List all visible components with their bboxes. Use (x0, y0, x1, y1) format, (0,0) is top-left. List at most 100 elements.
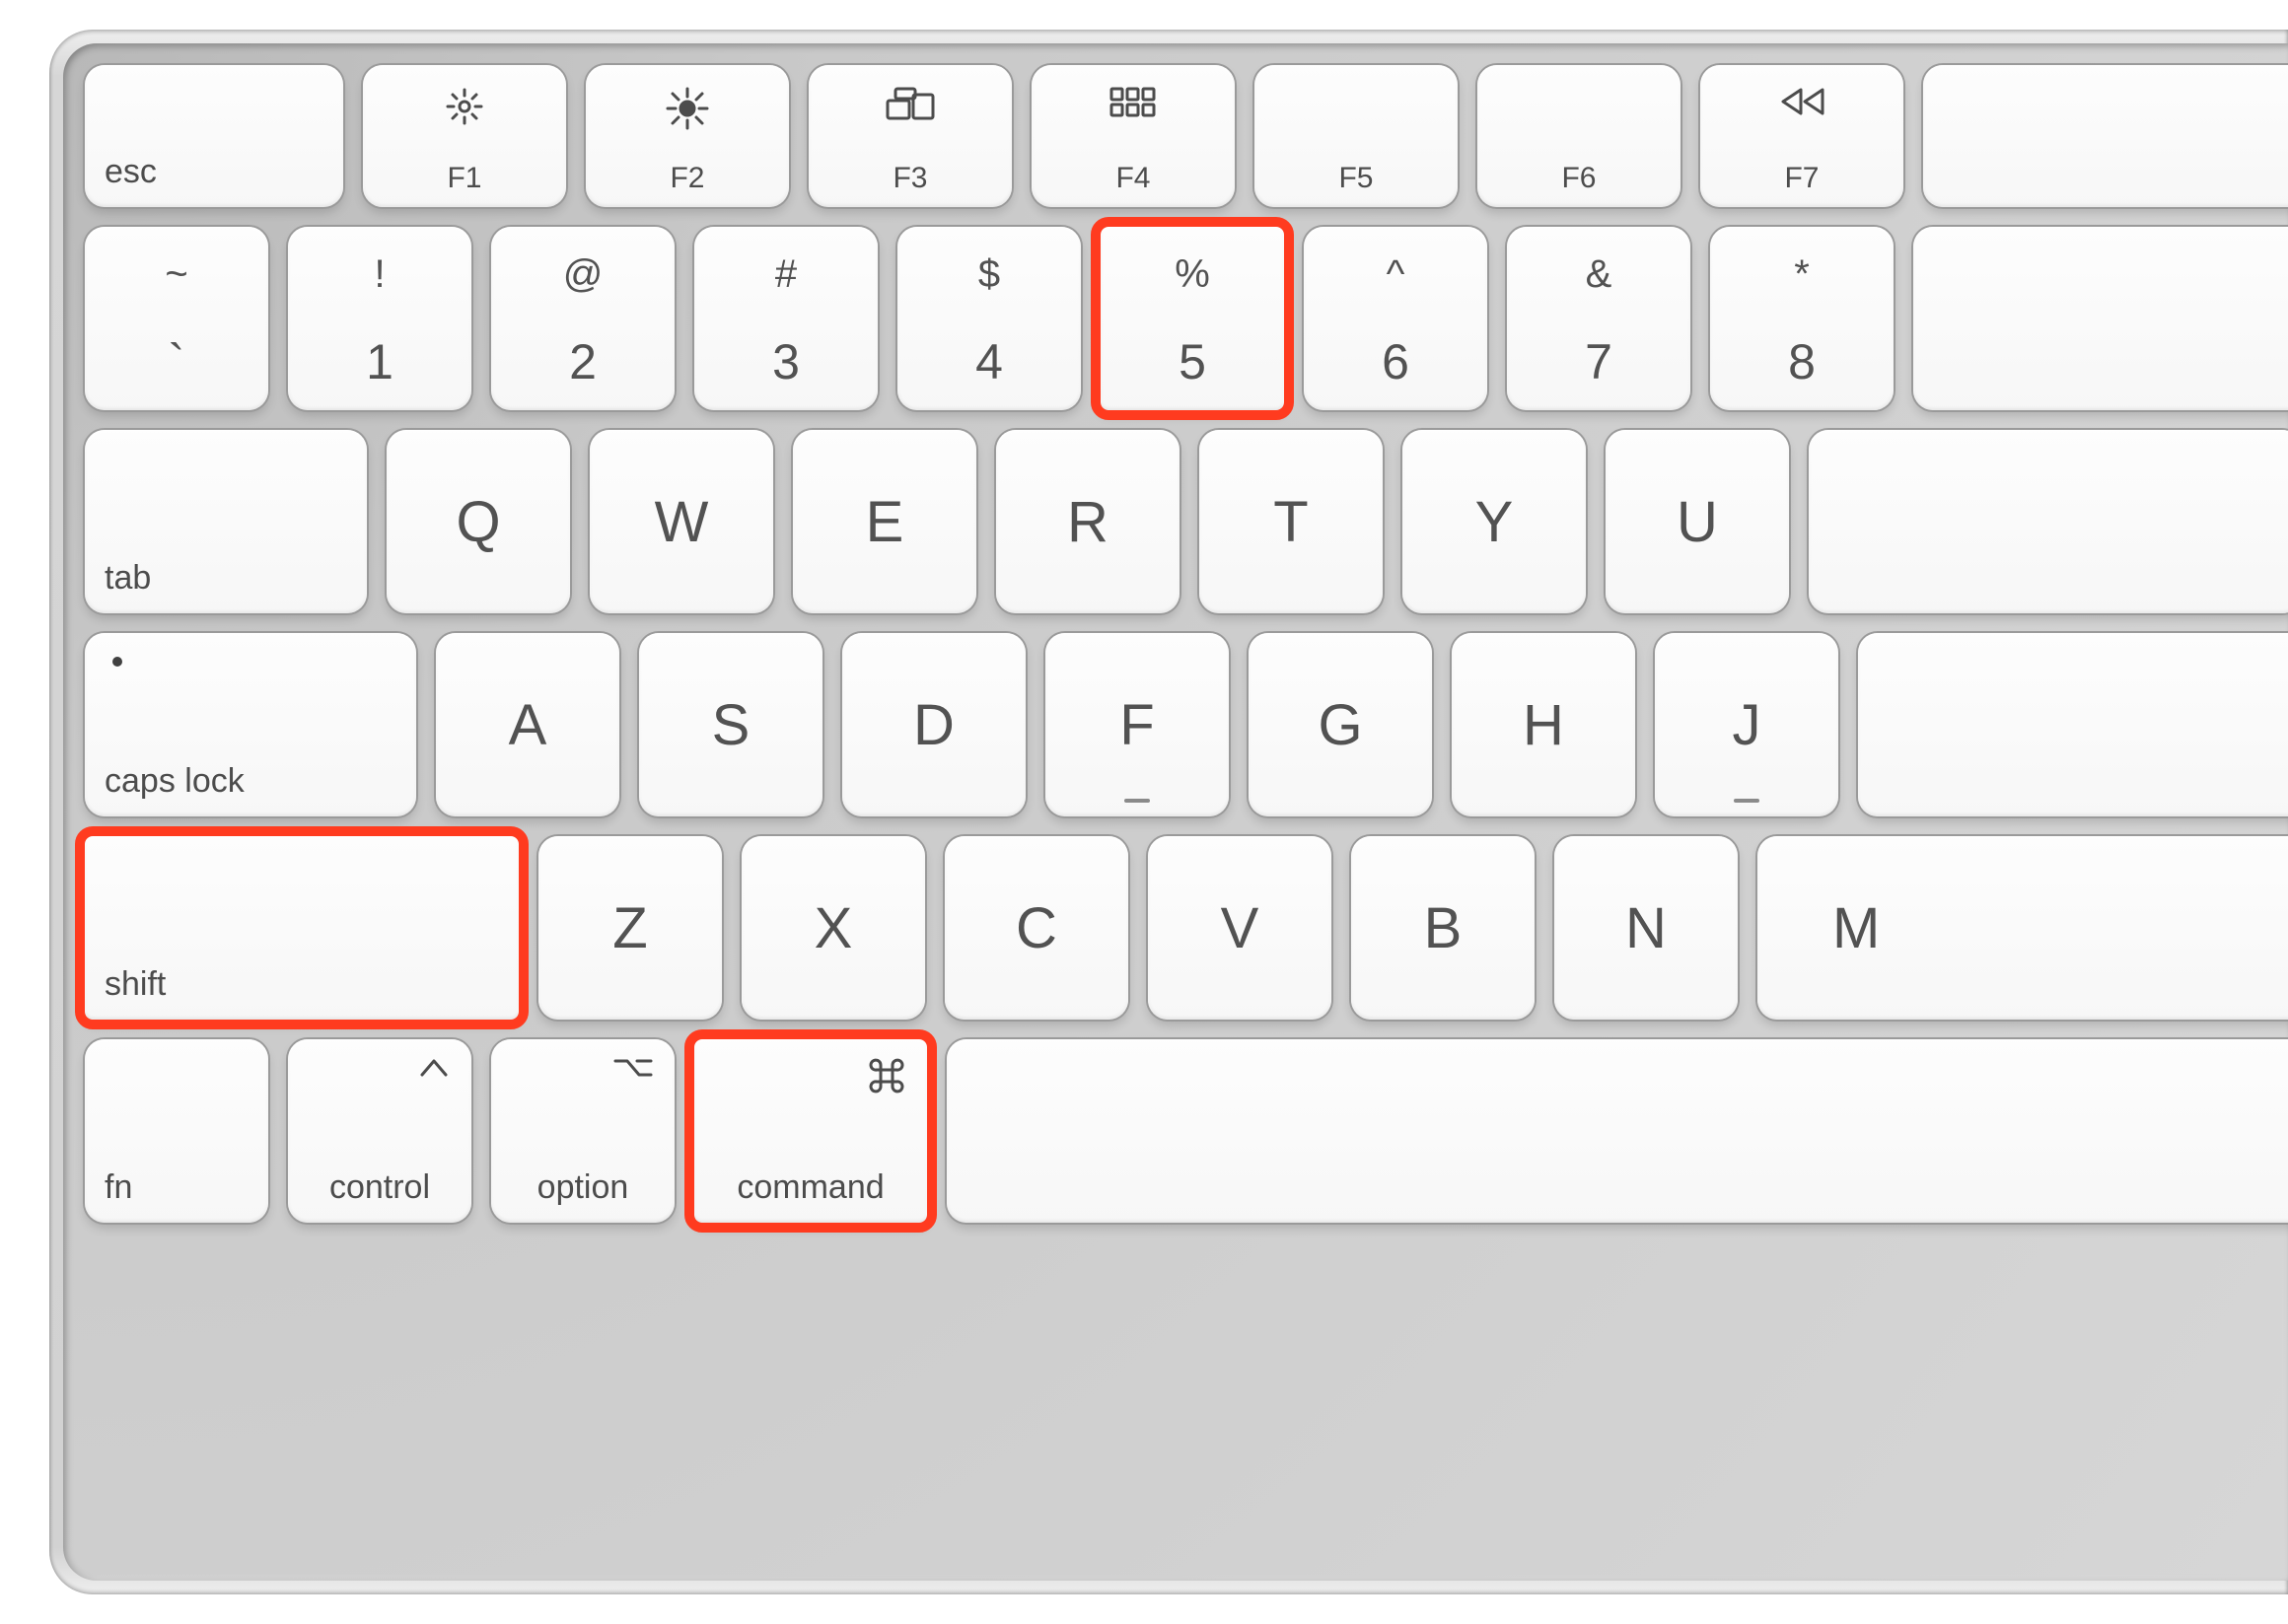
key-lower: 4 (897, 333, 1081, 390)
key-lower: 1 (288, 333, 471, 390)
key-label: Q (387, 430, 570, 613)
key-label: W (590, 430, 773, 613)
key-label: F3 (809, 162, 1012, 195)
key-h[interactable]: H (1452, 633, 1635, 816)
key-1[interactable]: ! 1 (288, 227, 471, 410)
key-f5[interactable]: F5 (1254, 65, 1458, 207)
key-label: F7 (1700, 162, 1903, 195)
key-4[interactable]: $ 4 (897, 227, 1081, 410)
key-label: command (694, 1168, 927, 1207)
key-label: M (1757, 836, 2288, 1020)
key-command[interactable]: command (694, 1039, 927, 1223)
key-j[interactable]: J (1655, 633, 1838, 816)
key-lower: 8 (1710, 333, 1894, 390)
key-label: fn (105, 1168, 132, 1207)
key-upper: @ (491, 252, 675, 297)
key-5[interactable]: % 5 (1101, 227, 1284, 410)
option-symbol-icon (613, 1057, 653, 1084)
key-e[interactable]: E (793, 430, 976, 613)
key-backtick[interactable]: ~ ` (85, 227, 268, 410)
key-d[interactable]: D (842, 633, 1026, 816)
key-7[interactable]: & 7 (1507, 227, 1690, 410)
launchpad-icon (1032, 87, 1235, 118)
key-q[interactable]: Q (387, 430, 570, 613)
key-v[interactable]: V (1148, 836, 1331, 1020)
key-lower: 3 (694, 333, 878, 390)
key-t[interactable]: T (1199, 430, 1383, 613)
key-label: D (842, 633, 1026, 816)
key-upper: $ (897, 252, 1081, 297)
key-upper: % (1101, 252, 1284, 297)
key-label: S (639, 633, 822, 816)
key-f7[interactable]: F7 (1700, 65, 1903, 207)
home-row-bump-icon (1124, 799, 1150, 803)
key-f1[interactable]: F1 (363, 65, 566, 207)
key-upper: ! (288, 252, 471, 297)
key-s[interactable]: S (639, 633, 822, 816)
key-label: G (1249, 633, 1432, 816)
key-upper: # (694, 252, 878, 297)
key-z[interactable]: Z (538, 836, 722, 1020)
key-f3[interactable]: F3 (809, 65, 1012, 207)
key-label: B (1351, 836, 1535, 1020)
keyboard-diagram: esc F1 F2 F3 (0, 0, 2288, 1624)
key-label: R (996, 430, 1180, 613)
key-u[interactable]: U (1606, 430, 1789, 613)
key-f8-partial[interactable] (1923, 65, 2288, 207)
keyboard-frame-inner: esc F1 F2 F3 (63, 43, 2288, 1581)
key-f6[interactable]: F6 (1477, 65, 1680, 207)
command-symbol-icon (868, 1057, 905, 1099)
key-c[interactable]: C (945, 836, 1128, 1020)
key-a[interactable]: A (436, 633, 619, 816)
key-spacebar[interactable] (947, 1039, 2288, 1223)
key-label: X (742, 836, 925, 1020)
key-label: E (793, 430, 976, 613)
key-8[interactable]: * 8 (1710, 227, 1894, 410)
key-2[interactable]: @ 2 (491, 227, 675, 410)
key-6[interactable]: ^ 6 (1304, 227, 1487, 410)
key-label: tab (105, 559, 151, 598)
key-i-partial[interactable] (1809, 430, 2288, 613)
key-x[interactable]: X (742, 836, 925, 1020)
key-label: esc (105, 153, 157, 191)
key-m[interactable]: M (1757, 836, 2288, 1020)
key-f2[interactable]: F2 (586, 65, 789, 207)
key-shift[interactable]: shift (85, 836, 519, 1020)
key-lower: 6 (1304, 333, 1487, 390)
control-symbol-icon (418, 1057, 450, 1084)
key-upper: ~ (85, 252, 268, 297)
key-label: Z (538, 836, 722, 1020)
key-tab[interactable]: tab (85, 430, 367, 613)
key-g[interactable]: G (1249, 633, 1432, 816)
key-caps-lock[interactable]: caps lock (85, 633, 416, 816)
key-9-partial[interactable] (1913, 227, 2288, 410)
key-option[interactable]: option (491, 1039, 675, 1223)
key-lower: 5 (1101, 333, 1284, 390)
key-r[interactable]: R (996, 430, 1180, 613)
key-w[interactable]: W (590, 430, 773, 613)
key-esc[interactable]: esc (85, 65, 343, 207)
key-lower: ` (85, 333, 268, 390)
key-f[interactable]: F (1045, 633, 1229, 816)
key-b[interactable]: B (1351, 836, 1535, 1020)
key-label: A (436, 633, 619, 816)
key-label: F5 (1254, 162, 1458, 195)
key-label: Y (1402, 430, 1586, 613)
key-k-partial[interactable] (1858, 633, 2288, 816)
key-label: J (1655, 633, 1838, 816)
key-control[interactable]: control (288, 1039, 471, 1223)
key-fn[interactable]: fn (85, 1039, 268, 1223)
key-3[interactable]: # 3 (694, 227, 878, 410)
key-label: F6 (1477, 162, 1680, 195)
key-y[interactable]: Y (1402, 430, 1586, 613)
key-label: U (1606, 430, 1789, 613)
key-n[interactable]: N (1554, 836, 1738, 1020)
keyboard-frame-outer: esc F1 F2 F3 (49, 30, 2288, 1594)
key-label: V (1148, 836, 1331, 1020)
key-f4[interactable]: F4 (1032, 65, 1235, 207)
brightness-up-icon (586, 87, 789, 130)
caps-indicator-icon (112, 657, 122, 667)
key-label: H (1452, 633, 1635, 816)
key-label: shift (105, 965, 166, 1004)
key-label: N (1554, 836, 1738, 1020)
